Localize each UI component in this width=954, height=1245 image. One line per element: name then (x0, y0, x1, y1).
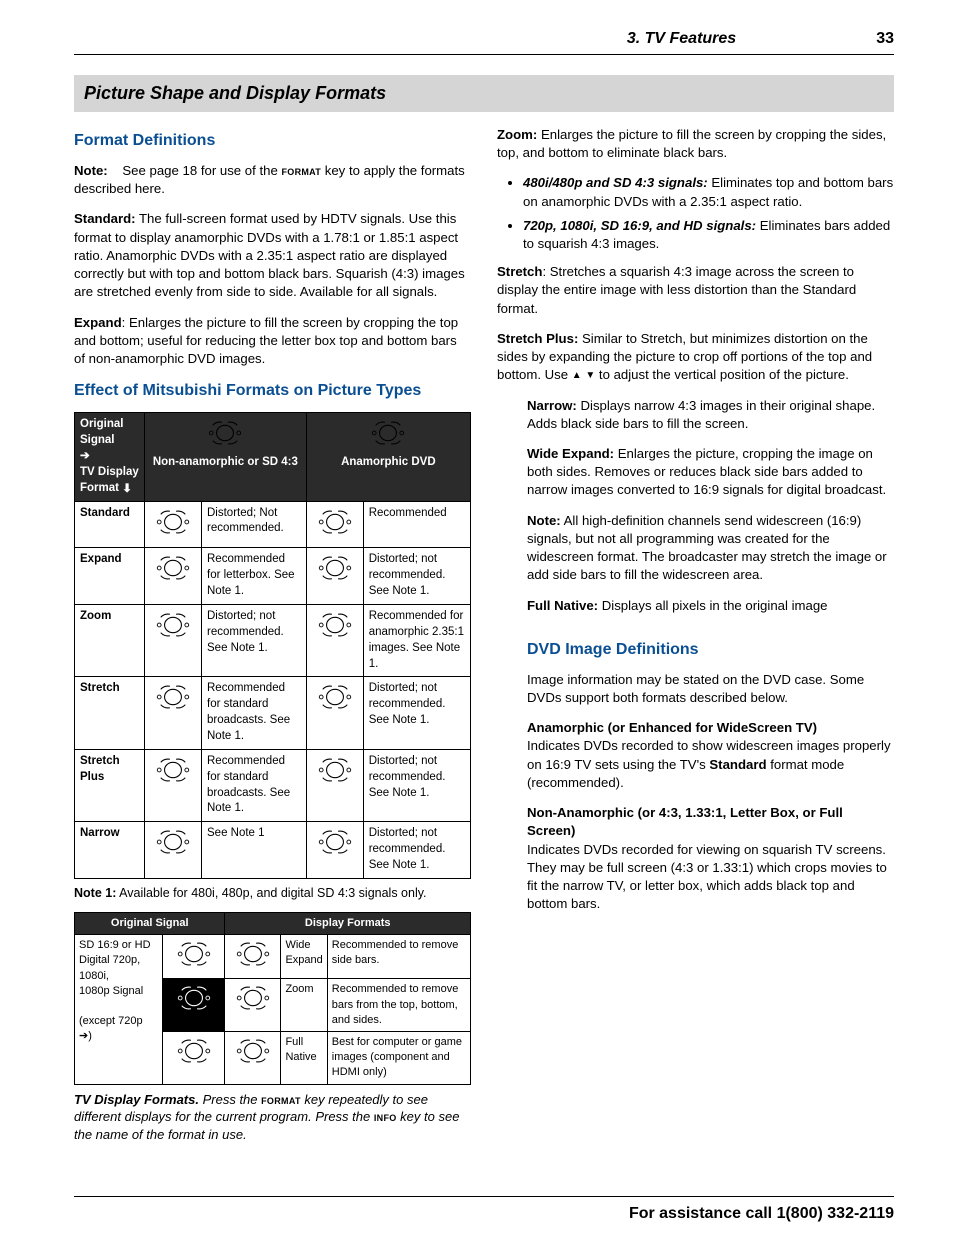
format-name: Stretch (75, 677, 145, 749)
page-number: 33 (876, 28, 894, 50)
face-icon (150, 609, 196, 641)
def-zoom: Zoom: Enlarges the picture to fill the s… (497, 126, 894, 162)
t1-head-right: Anamorphic DVD (306, 413, 470, 501)
face-icon (312, 552, 358, 584)
face-icon (312, 681, 358, 713)
table-row: Standard Distorted; Not recommended. Recom… (75, 501, 471, 548)
display-formats-table: Original Signal Display Formats SD 16:9 … (74, 912, 471, 1084)
face-icon (150, 754, 196, 786)
face-icon (230, 938, 276, 970)
list-item: 480i/480p and SD 4:3 signals: Eliminates… (523, 174, 894, 210)
table-row: Stretch Recommended for standard broadcas… (75, 677, 471, 749)
def-narrow: Narrow: Displays narrow 4:3 images in th… (527, 397, 894, 433)
face-icon (150, 826, 196, 858)
table-row: Narrow See Note 1 Distorted; not recommend… (75, 822, 471, 879)
face-icon (171, 982, 217, 1014)
format-desc-a: Distorted; Not recommended. (202, 501, 307, 548)
format-desc-a: Distorted; not recommended. See Note 1. (202, 604, 307, 676)
face-icon (150, 681, 196, 713)
heading-format-definitions: Format Definitions (74, 130, 471, 152)
face-icon (230, 1035, 276, 1067)
anamorphic-block: Anamorphic (or Enhanced for WideScreen T… (527, 719, 894, 792)
format-desc-b: Distorted; not recommended. See Note 1. (363, 822, 470, 879)
table-row: Zoom Distorted; not recommended. See Note… (75, 604, 471, 676)
arrow-right-icon: ➔ (80, 449, 90, 465)
format-name: Zoom (75, 604, 145, 676)
arrow-down-icon: ⬇ (122, 482, 132, 498)
section-banner: Picture Shape and Display Formats (74, 75, 894, 112)
format-desc-b: Distorted; not recommended. See Note 1. (363, 749, 470, 821)
format-desc-b: Recommended for anamorphic 2.35:1 images… (363, 604, 470, 676)
table-row: Expand Recommended for letterbox. See Not… (75, 548, 471, 605)
face-icon (150, 506, 196, 538)
t2-head-left: Original Signal (75, 913, 225, 935)
format-desc-b: Distorted; not recommended. See Note 1. (363, 548, 470, 605)
format-desc-a: Recommended for standard broadcasts. See… (202, 677, 307, 749)
def-standard: Standard: The full-screen format used by… (74, 210, 471, 301)
format-desc-a: Recommended for standard broadcasts. See… (202, 749, 307, 821)
face-icon (230, 982, 276, 1014)
note-1: Note 1: Available for 480i, 480p, and di… (74, 885, 471, 902)
format-name: Standard (75, 501, 145, 548)
formats-table: Original Signal ➔ TV Display Format ⬇ No… (74, 412, 471, 879)
def-expand: Expand: Enlarges the picture to fill the… (74, 314, 471, 369)
zoom-bullets: 480i/480p and SD 4:3 signals: Eliminates… (497, 174, 894, 253)
note-label: Note: (74, 163, 108, 178)
format-desc-a: See Note 1 (202, 822, 307, 879)
right-column: Zoom: Enlarges the picture to fill the s… (497, 126, 894, 1156)
face-icon (171, 938, 217, 970)
format-key: format (281, 163, 321, 178)
triangle-up-icon: ▲ (572, 369, 582, 383)
format-desc-b: Recommended (363, 501, 470, 548)
heading-dvd-definitions: DVD Image Definitions (527, 639, 894, 661)
info-key: info (374, 1109, 397, 1124)
arrow-right-icon: ➔ (79, 1030, 88, 1042)
face-icon (202, 417, 248, 449)
face-icon (365, 417, 411, 449)
def-stretch: Stretch: Stretches a squarish 4:3 image … (497, 263, 894, 318)
face-icon (312, 609, 358, 641)
face-icon (312, 506, 358, 538)
table-row: SD 16:9 or HD Digital 720p, 1080i, 1080p… (75, 935, 471, 979)
chapter-title: 3. TV Features (627, 28, 736, 50)
triangle-down-icon: ▼ (585, 369, 595, 383)
face-icon (171, 1035, 217, 1067)
list-item: 720p, 1080i, SD 16:9, and HD signals: El… (523, 217, 894, 253)
def-full-native: Full Native: Displays all pixels in the … (527, 597, 894, 615)
face-icon (150, 552, 196, 584)
non-anamorphic-block: Non-Anamorphic (or 4:3, 1.33:1, Letter B… (527, 804, 894, 913)
t1-head-mid: Non-anamorphic or SD 4:3 (145, 413, 307, 501)
face-icon (312, 826, 358, 858)
t2-head-right: Display Formats (225, 913, 471, 935)
heading-effect: Effect of Mitsubishi Formats on Picture … (74, 380, 471, 402)
format-note: Note: See page 18 for use of the format … (74, 162, 471, 198)
format-name: Expand (75, 548, 145, 605)
t1-head-left: Original Signal ➔ TV Display Format ⬇ (75, 413, 145, 501)
left-column: Format Definitions Note: See page 18 for… (74, 126, 471, 1156)
hd-note: Note: All high-definition channels send … (527, 512, 894, 585)
dvd-intro: Image information may be stated on the D… (527, 671, 894, 707)
def-wide-expand: Wide Expand: Enlarges the picture, cropp… (527, 445, 894, 500)
def-stretch-plus: Stretch Plus: Similar to Stretch, but mi… (497, 330, 894, 385)
page-header: 3. TV Features 33 (74, 28, 894, 55)
format-desc-b: Distorted; not recommended. See Note 1. (363, 677, 470, 749)
table-caption: TV Display Formats. Press the format key… (74, 1091, 471, 1145)
table-row: Stretch Plus Recommended for standard bro… (75, 749, 471, 821)
format-key: format (261, 1092, 301, 1107)
format-name: Narrow (75, 822, 145, 879)
format-name: Stretch Plus (75, 749, 145, 821)
format-desc-a: Recommended for letterbox. See Note 1. (202, 548, 307, 605)
face-icon (312, 754, 358, 786)
footer-assistance: For assistance call 1(800) 332-2119 (74, 1196, 894, 1225)
